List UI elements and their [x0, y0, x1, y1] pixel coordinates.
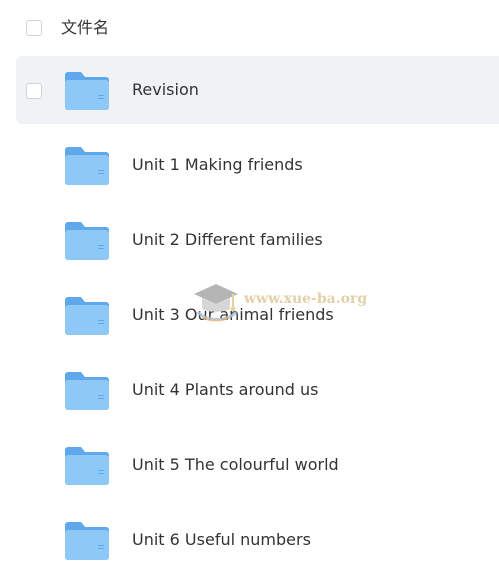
folder-icon: [65, 522, 109, 560]
folder-name[interactable]: Unit 4 Plants around us: [132, 379, 318, 401]
folder-icon: [65, 222, 109, 260]
folder-icon: [65, 147, 109, 185]
file-list: Revision Unit 1 Making friends Unit 2 Di…: [0, 0, 499, 569]
folder-name[interactable]: Unit 2 Different families: [132, 229, 323, 251]
folder-name[interactable]: Unit 3 Our animal friends: [132, 304, 334, 326]
list-item[interactable]: Unit 4 Plants around us: [16, 356, 499, 424]
folder-name[interactable]: Unit 6 Useful numbers: [132, 529, 311, 551]
list-item[interactable]: Unit 6 Useful numbers: [16, 506, 499, 574]
list-item[interactable]: Unit 1 Making friends: [16, 131, 499, 199]
list-item[interactable]: Unit 5 The colourful world: [16, 431, 499, 499]
folder-icon: [65, 447, 109, 485]
folder-name[interactable]: Revision: [132, 79, 199, 101]
list-item[interactable]: Unit 3 Our animal friends: [16, 281, 499, 349]
list-item[interactable]: Revision: [16, 56, 499, 124]
folder-icon: [65, 72, 109, 110]
list-item[interactable]: Unit 2 Different families: [16, 206, 499, 274]
folder-icon: [65, 372, 109, 410]
folder-name[interactable]: Unit 1 Making friends: [132, 154, 303, 176]
folder-icon: [65, 297, 109, 335]
folder-name[interactable]: Unit 5 The colourful world: [132, 454, 339, 476]
row-checkbox[interactable]: [26, 83, 42, 99]
